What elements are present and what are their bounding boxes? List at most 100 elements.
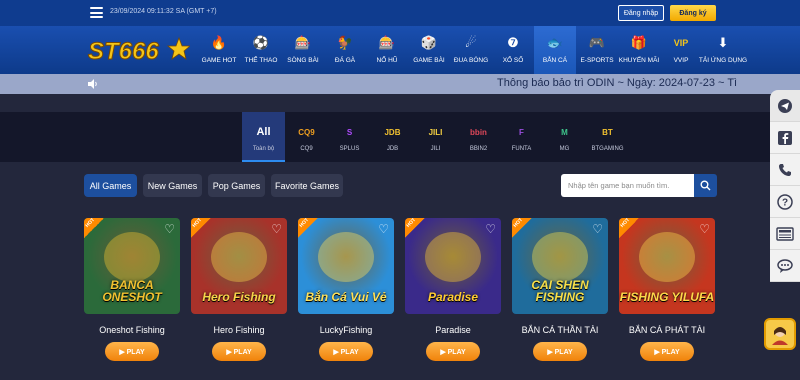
- game-name: BẮN CÁ THẦN TÀI: [521, 325, 599, 335]
- svg-text:ST666: ST666: [88, 38, 159, 65]
- nav-item-label: SÒNG BÀI: [287, 57, 319, 64]
- provider-tab-2[interactable]: S SPLUS: [328, 112, 371, 162]
- nav-item-label: XỔ SỐ: [502, 57, 524, 64]
- telegram-icon[interactable]: [770, 90, 800, 122]
- phone-icon[interactable]: [770, 154, 800, 186]
- login-button[interactable]: Đăng nhập: [618, 5, 664, 21]
- provider-label: SPLUS: [339, 146, 360, 152]
- flame-icon: 🔥: [210, 35, 228, 50]
- provider-logo: F: [519, 127, 524, 137]
- play-button[interactable]: ▶ PLAY: [640, 342, 694, 361]
- nav-item-7[interactable]: ❼ XỔ SỐ: [492, 26, 534, 74]
- game-logo-text: Bắn Cá Vui Vẻ: [305, 290, 387, 305]
- provider-tab-7[interactable]: M MG: [543, 112, 586, 162]
- slot-machine-icon: 🎰: [378, 35, 396, 50]
- play-button[interactable]: ▶ PLAY: [426, 342, 480, 361]
- provider-tab-3[interactable]: JDB JDB: [371, 112, 414, 162]
- nav-item-6[interactable]: ☄ ĐUA BÓNG: [450, 26, 492, 74]
- heart-icon[interactable]: ♡: [164, 222, 175, 236]
- filter-pop-games[interactable]: Pop Games: [208, 174, 265, 197]
- nav-item-label: BẮN CÁ: [542, 57, 568, 64]
- game-thumbnail[interactable]: ♡ Paradise: [405, 218, 501, 314]
- provider-tab-0[interactable]: All Toàn bộ: [242, 112, 285, 162]
- nav-item-9[interactable]: 🎮 E-SPORTS: [576, 26, 618, 74]
- play-button[interactable]: ▶ PLAY: [319, 342, 373, 361]
- soccer-ball-icon: ⚽: [252, 35, 270, 50]
- support-avatar[interactable]: [764, 318, 796, 350]
- nav-item-12[interactable]: ⬇ TẢI ỨNG DỤNG: [699, 26, 747, 74]
- game-card: ♡ FISHING YILUFA BẮN CÁ PHÁT TÀI ▶ PLAY: [619, 218, 715, 361]
- heart-icon[interactable]: ♡: [699, 222, 710, 236]
- facebook-icon[interactable]: [770, 122, 800, 154]
- game-card: ♡ CAI SHEN FISHING BẮN CÁ THẦN TÀI ▶ PLAY: [512, 218, 608, 361]
- chat-icon[interactable]: [770, 250, 800, 282]
- provider-label: BTGAMING: [591, 146, 624, 152]
- filter-new-games[interactable]: New Games: [143, 174, 202, 197]
- provider-tab-8[interactable]: BT BTGAMING: [586, 112, 629, 162]
- game-art: [639, 232, 695, 282]
- provider-logo: JILI: [428, 127, 443, 137]
- download-icon: ⬇: [717, 35, 729, 50]
- nav-item-label: NỔ HŨ: [376, 57, 398, 64]
- news-icon[interactable]: [770, 218, 800, 250]
- play-button[interactable]: ▶ PLAY: [105, 342, 159, 361]
- avatar-icon: [772, 327, 788, 345]
- play-button[interactable]: ▶ PLAY: [212, 342, 266, 361]
- register-button[interactable]: Đăng ký: [670, 5, 716, 21]
- game-art: [211, 232, 267, 282]
- provider-logo: S: [346, 127, 353, 137]
- nav-item-0[interactable]: 🔥 GAME HOT: [198, 26, 240, 74]
- game-thumbnail[interactable]: ♡ CAI SHEN FISHING: [512, 218, 608, 314]
- provider-tab-5[interactable]: bbin BBIN2: [457, 112, 500, 162]
- nav-item-label: E-SPORTS: [580, 57, 614, 64]
- nav-item-1[interactable]: ⚽ THỂ THAO: [240, 26, 282, 74]
- nav-item-11[interactable]: VIP VVIP: [660, 26, 702, 74]
- heart-icon[interactable]: ♡: [271, 222, 282, 236]
- speaker-icon: [88, 79, 97, 89]
- game-name: Hero Fishing: [213, 325, 265, 335]
- hot-badge: [84, 218, 104, 238]
- svg-text:?: ?: [782, 197, 788, 208]
- game-thumbnail[interactable]: ♡ BANCA ONESHOT: [84, 218, 180, 314]
- heart-icon[interactable]: ♡: [485, 222, 496, 236]
- announcement-text: Thông báo bảo trì ODIN ~ Ngày: 2024-07-2…: [497, 77, 738, 89]
- nav-item-label: THỂ THAO: [244, 57, 278, 64]
- filter-all-games[interactable]: All Games: [84, 174, 137, 197]
- game-thumbnail[interactable]: ♡ FISHING YILUFA: [619, 218, 715, 314]
- nav-item-10[interactable]: 🎁 KHUYẾN MÃI: [618, 26, 660, 74]
- game-logo-text: Hero Fishing: [202, 290, 276, 305]
- provider-tab-6[interactable]: F FUNTA: [500, 112, 543, 162]
- provider-tab-4[interactable]: JILI JILI: [414, 112, 457, 162]
- provider-tab-1[interactable]: CQ9 CQ9: [285, 112, 328, 162]
- search-icon: [700, 180, 711, 191]
- main-nav: ST666 🔥 GAME HOT ⚽ THỂ THAO 🎰 SÒNG BÀI 🐓 ĐÁ GÀ 🎰…: [0, 26, 800, 74]
- game-art: [318, 232, 374, 282]
- provider-label: JILI: [430, 146, 441, 152]
- top-bar: 23/09/2024 09:11:32 SA (GMT +7) Đăng nhậ…: [0, 0, 800, 26]
- heart-icon[interactable]: ♡: [592, 222, 603, 236]
- game-thumbnail[interactable]: ♡ Hero Fishing: [191, 218, 287, 314]
- nav-item-label: KHUYẾN MÃI: [618, 57, 660, 64]
- filter-favorite-games[interactable]: Favorite Games: [271, 174, 343, 197]
- nav-item-3[interactable]: 🐓 ĐÁ GÀ: [324, 26, 366, 74]
- nav-item-4[interactable]: 🎰 NỔ HŨ: [366, 26, 408, 74]
- search-input[interactable]: [561, 174, 694, 197]
- nav-item-5[interactable]: 🎲 GAME BÀI: [408, 26, 450, 74]
- nav-item-label: GAME HOT: [201, 57, 237, 64]
- game-thumbnail[interactable]: ♡ Bắn Cá Vui Vẻ: [298, 218, 394, 314]
- play-button[interactable]: ▶ PLAY: [533, 342, 587, 361]
- help-icon[interactable]: ?: [770, 186, 800, 218]
- game-name: Oneshot Fishing: [99, 325, 165, 335]
- game-logo-text: FISHING YILUFA: [619, 290, 715, 305]
- provider-label: JDB: [386, 146, 399, 152]
- datetime: 23/09/2024 09:11:32 SA (GMT +7): [110, 8, 217, 15]
- search-button[interactable]: [694, 174, 717, 197]
- nav-items: 🔥 GAME HOT ⚽ THỂ THAO 🎰 SÒNG BÀI 🐓 ĐÁ GÀ 🎰 NỔ HŨ 🎲…: [198, 26, 747, 74]
- nav-item-8[interactable]: 🐟 BẮN CÁ: [534, 26, 576, 74]
- game-art: [104, 232, 160, 282]
- heart-icon[interactable]: ♡: [378, 222, 389, 236]
- site-logo[interactable]: ST666: [86, 34, 192, 66]
- nav-item-2[interactable]: 🎰 SÒNG BÀI: [282, 26, 324, 74]
- menu-icon[interactable]: [90, 7, 103, 18]
- announcement-bar: Thông báo bảo trì ODIN ~ Ngày: 2024-07-2…: [0, 74, 800, 94]
